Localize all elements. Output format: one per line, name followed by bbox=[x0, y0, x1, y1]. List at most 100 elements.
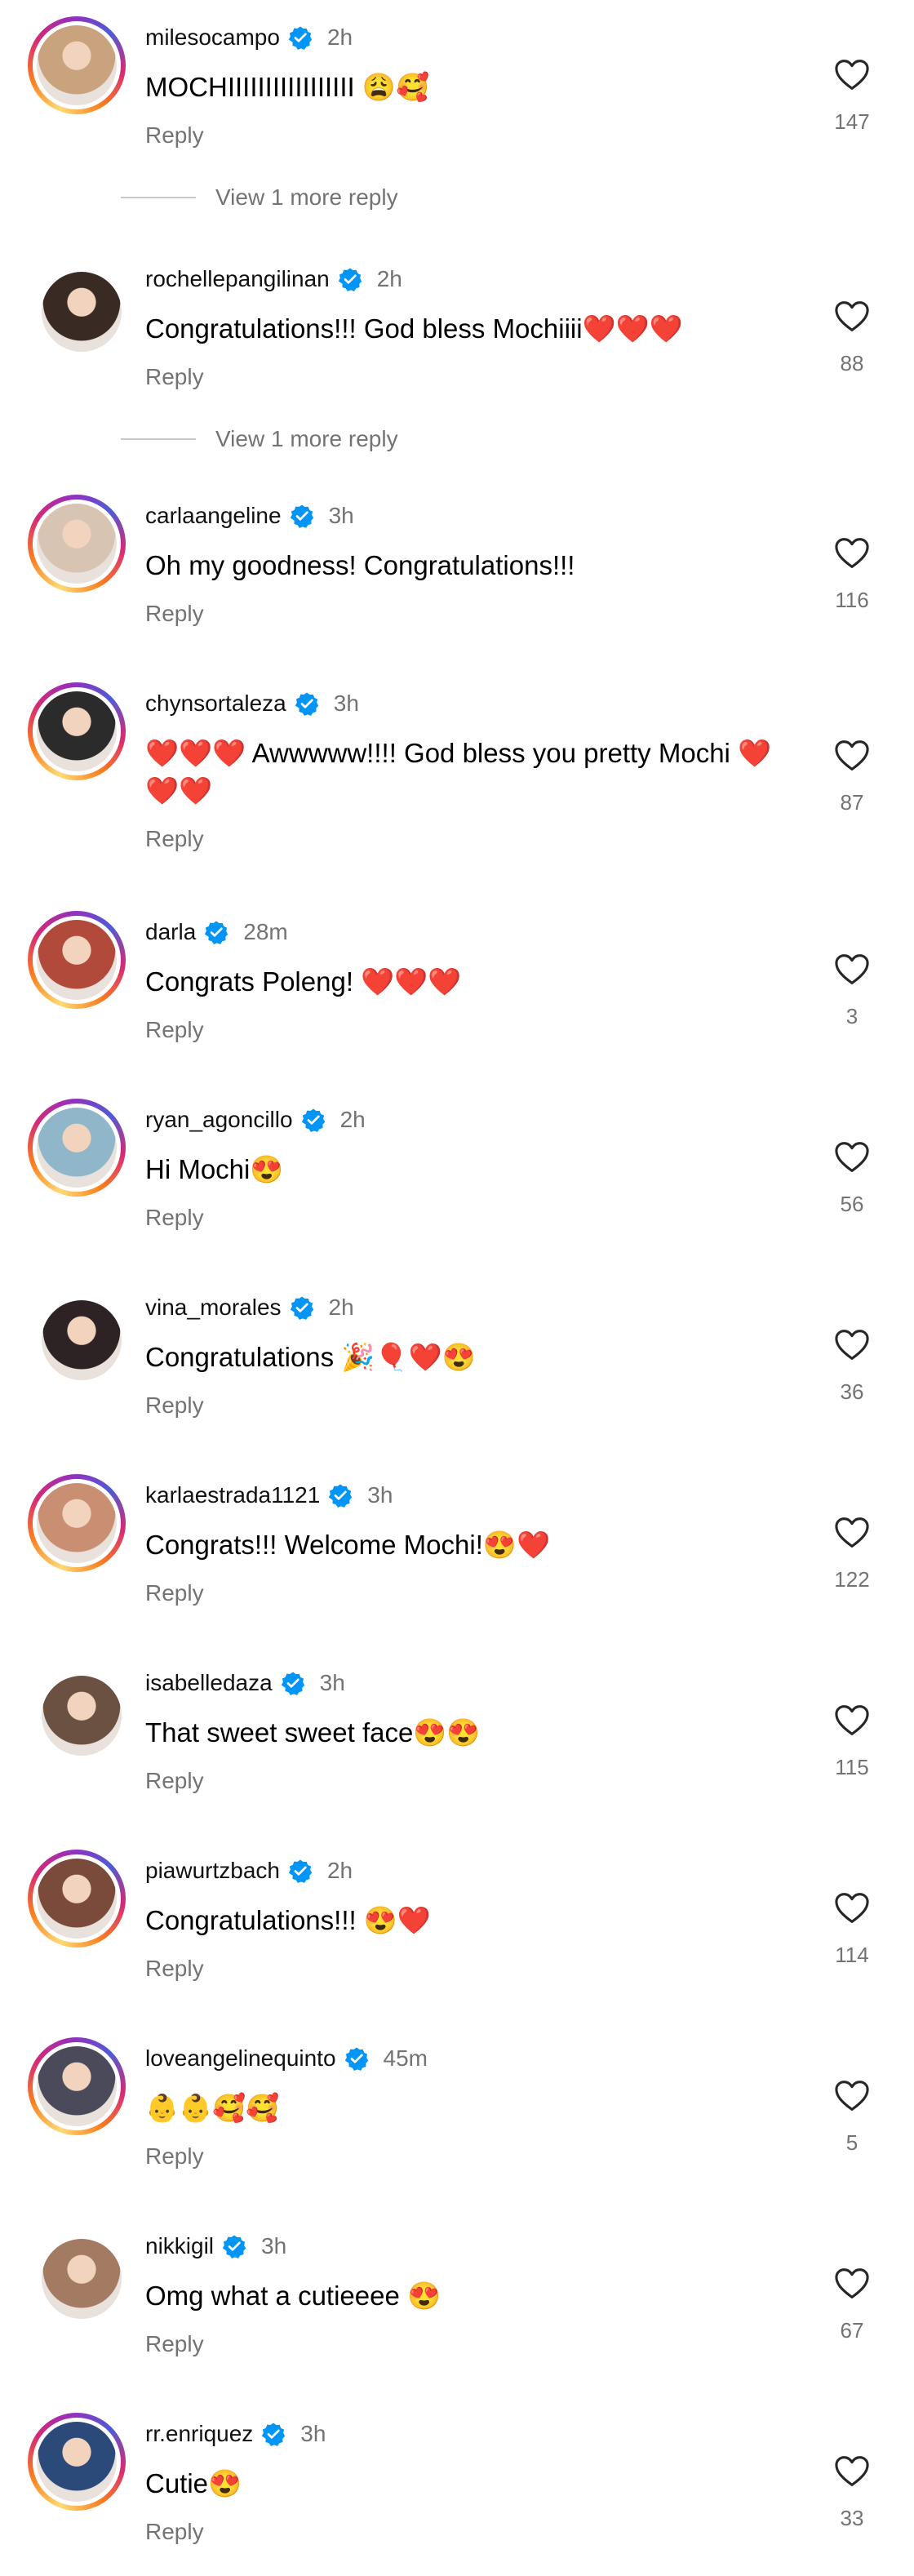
like-count: 5 bbox=[845, 2130, 859, 2155]
comment-item: carlaangeline 3h Oh my goodness! Congratul… bbox=[0, 495, 914, 658]
heart-outline-icon[interactable] bbox=[834, 537, 870, 570]
username[interactable]: vina_morales bbox=[145, 1295, 282, 1321]
avatar[interactable] bbox=[28, 1286, 126, 1384]
comment-item: loveangelinequinto 45m 👶👶🥰🥰 Reply 5 bbox=[0, 2037, 914, 2201]
heart-outline-icon[interactable] bbox=[834, 1141, 870, 1174]
comment-list: milesocampo 2h MOCHIIIIIIIIIIIIIIIII 😩🥰 Rep… bbox=[0, 0, 914, 2561]
username[interactable]: ryan_agoncillo bbox=[145, 1107, 293, 1133]
avatar-photo bbox=[42, 272, 122, 352]
heart-outline-icon[interactable] bbox=[834, 300, 870, 333]
comment-header: karlaestrada1121 3h bbox=[145, 1481, 393, 1510]
comment-item: piawurtzbach 2h Congratulations!!! 😍❤️ Repl… bbox=[0, 1850, 914, 2013]
verified-badge-icon bbox=[329, 1484, 353, 1508]
avatar[interactable] bbox=[28, 1662, 126, 1760]
avatar[interactable] bbox=[28, 2225, 126, 2323]
comment-text: Hi Mochi😍 bbox=[145, 1154, 284, 1184]
avatar-photo bbox=[37, 1483, 117, 1563]
verified-badge-icon bbox=[222, 2235, 246, 2258]
comment-header: loveangelinequinto 45m bbox=[145, 2044, 428, 2073]
timestamp: 2h bbox=[326, 24, 353, 50]
reply-button[interactable]: Reply bbox=[145, 364, 204, 390]
comment-text: Congrats Poleng! ❤️❤️❤️ bbox=[145, 966, 462, 997]
avatar[interactable] bbox=[28, 1099, 126, 1197]
comment-text: That sweet sweet face😍😍 bbox=[145, 1717, 481, 1748]
comment-item: nikkigil 3h Omg what a cutieeee 😍 Reply 67 bbox=[0, 2225, 914, 2388]
comment-text: Congratulations!!! 😍❤️ bbox=[145, 1905, 431, 1935]
avatar-photo bbox=[37, 2046, 117, 2126]
comment-header: chynsortaleza 3h bbox=[145, 689, 359, 718]
heart-outline-icon[interactable] bbox=[834, 1329, 870, 1361]
heart-outline-icon[interactable] bbox=[834, 1704, 870, 1737]
reply-button[interactable]: Reply bbox=[145, 601, 204, 627]
heart-outline-icon[interactable] bbox=[834, 2080, 870, 2112]
reply-button[interactable]: Reply bbox=[145, 826, 204, 852]
reply-button[interactable]: Reply bbox=[145, 1768, 204, 1794]
username[interactable]: rochellepangilinan bbox=[145, 266, 330, 292]
avatar[interactable] bbox=[28, 2413, 126, 2511]
heart-outline-icon[interactable] bbox=[834, 1892, 870, 1925]
avatar[interactable] bbox=[28, 1850, 126, 1948]
verified-badge-icon bbox=[338, 268, 362, 291]
avatar[interactable] bbox=[28, 258, 126, 356]
like-count: 67 bbox=[840, 2318, 864, 2343]
comment-text: 👶👶🥰🥰 bbox=[145, 2093, 280, 2123]
comment-item: milesocampo 2h MOCHIIIIIIIIIIIIIIIII 😩🥰 Rep… bbox=[0, 16, 914, 180]
view-more-replies-button[interactable]: View 1 more reply bbox=[121, 181, 398, 214]
username[interactable]: nikkigil bbox=[145, 2233, 214, 2259]
username[interactable]: loveangelinequinto bbox=[145, 2045, 336, 2072]
reply-button[interactable]: Reply bbox=[145, 2143, 204, 2170]
comment-text: ❤️❤️❤️ Awwwww!!!! God bless you pretty M… bbox=[145, 738, 772, 806]
divider-line bbox=[121, 438, 196, 440]
comment-header: isabelledaza 3h bbox=[145, 1668, 345, 1698]
like-count: 115 bbox=[835, 1755, 869, 1779]
reply-button[interactable]: Reply bbox=[145, 122, 204, 149]
avatar[interactable] bbox=[28, 495, 126, 593]
avatar[interactable] bbox=[28, 16, 126, 114]
like-count: 122 bbox=[834, 1567, 870, 1592]
avatar[interactable] bbox=[28, 682, 126, 780]
timestamp: 3h bbox=[319, 1670, 345, 1695]
verified-badge-icon bbox=[281, 1672, 304, 1695]
username[interactable]: carlaangeline bbox=[145, 503, 282, 529]
comment-item: rochellepangilinan 2h Congratulations!!! G… bbox=[0, 258, 914, 421]
heart-outline-icon[interactable] bbox=[834, 1517, 870, 1549]
heart-outline-icon[interactable] bbox=[834, 59, 870, 91]
heart-outline-icon[interactable] bbox=[834, 2267, 870, 2300]
reply-button[interactable]: Reply bbox=[145, 1580, 204, 1606]
comment-item: darla 28m Congrats Poleng! ❤️❤️❤️ Reply 3 bbox=[0, 911, 914, 1074]
comment-header: rr.enriquez 3h bbox=[145, 2419, 326, 2449]
reply-button[interactable]: Reply bbox=[145, 1205, 204, 1231]
avatar[interactable] bbox=[28, 911, 126, 1009]
reply-button[interactable]: Reply bbox=[145, 1392, 204, 1419]
comment-text: Cutie😍 bbox=[145, 2468, 242, 2498]
view-more-replies-button[interactable]: View 1 more reply bbox=[121, 423, 398, 455]
view-more-replies-label: View 1 more reply bbox=[215, 184, 398, 210]
timestamp: 3h bbox=[367, 1482, 393, 1508]
like-count: 88 bbox=[840, 351, 864, 375]
username[interactable]: darla bbox=[145, 919, 196, 945]
heart-outline-icon[interactable] bbox=[834, 953, 870, 986]
comment-header: piawurtzbach 2h bbox=[145, 1856, 353, 1885]
comment-item: chynsortaleza 3h ❤️❤️❤️ Awwwww!!!! God ble… bbox=[0, 682, 914, 851]
reply-button[interactable]: Reply bbox=[145, 1017, 204, 1043]
username[interactable]: isabelledaza bbox=[145, 1670, 273, 1696]
username[interactable]: karlaestrada1121 bbox=[145, 1482, 320, 1508]
username[interactable]: piawurtzbach bbox=[145, 1858, 280, 1884]
reply-button[interactable]: Reply bbox=[145, 1956, 204, 1982]
comment-header: nikkigil 3h bbox=[145, 2232, 286, 2261]
avatar[interactable] bbox=[28, 2037, 126, 2135]
heart-outline-icon[interactable] bbox=[834, 2455, 870, 2488]
comment-header: milesocampo 2h bbox=[145, 23, 353, 52]
username[interactable]: rr.enriquez bbox=[145, 2421, 253, 2447]
avatar-photo bbox=[42, 2239, 122, 2319]
heart-outline-icon[interactable] bbox=[834, 739, 870, 772]
avatar[interactable] bbox=[28, 1474, 126, 1572]
like-count: 33 bbox=[840, 2506, 864, 2530]
avatar-photo bbox=[37, 2422, 117, 2502]
username[interactable]: milesocampo bbox=[145, 24, 280, 51]
reply-button[interactable]: Reply bbox=[145, 2519, 204, 2545]
reply-button[interactable]: Reply bbox=[145, 2331, 204, 2357]
username[interactable]: chynsortaleza bbox=[145, 691, 286, 717]
comment-item: karlaestrada1121 3h Congrats!!! Welcome Mo… bbox=[0, 1474, 914, 1637]
verified-badge-icon bbox=[262, 2423, 286, 2446]
